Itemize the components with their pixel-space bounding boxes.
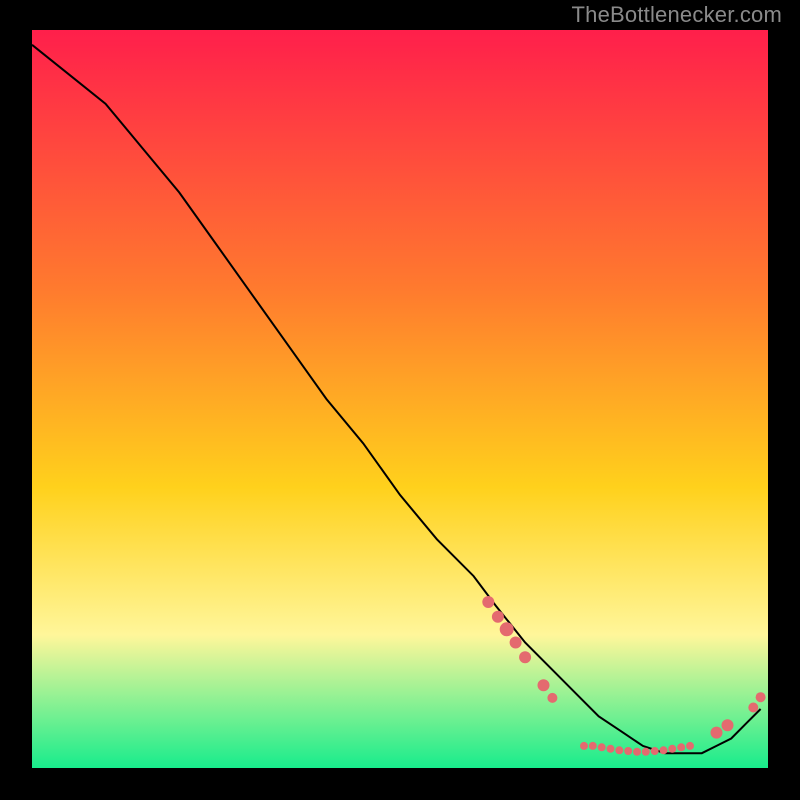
- data-point: [589, 742, 597, 750]
- bottleneck-chart: [32, 30, 768, 768]
- data-point: [677, 743, 685, 751]
- data-point: [615, 746, 623, 754]
- plot-area: [32, 30, 768, 768]
- data-point: [668, 745, 676, 753]
- data-point: [711, 727, 723, 739]
- data-point: [510, 637, 522, 649]
- data-point: [722, 719, 734, 731]
- data-point: [642, 748, 650, 756]
- data-point: [500, 622, 514, 636]
- data-point: [686, 742, 694, 750]
- data-point: [482, 596, 494, 608]
- data-point: [492, 611, 504, 623]
- data-point: [633, 748, 641, 756]
- data-point: [598, 743, 606, 751]
- data-point: [519, 651, 531, 663]
- data-point: [580, 742, 588, 750]
- data-point: [756, 692, 766, 702]
- data-point: [538, 679, 550, 691]
- data-point: [547, 693, 557, 703]
- data-point: [607, 745, 615, 753]
- data-point: [651, 747, 659, 755]
- data-point: [660, 746, 668, 754]
- data-point: [748, 703, 758, 713]
- data-point: [624, 747, 632, 755]
- gradient-background: [32, 30, 768, 768]
- watermark-text: TheBottlenecker.com: [572, 2, 782, 28]
- chart-container: TheBottlenecker.com: [0, 0, 800, 800]
